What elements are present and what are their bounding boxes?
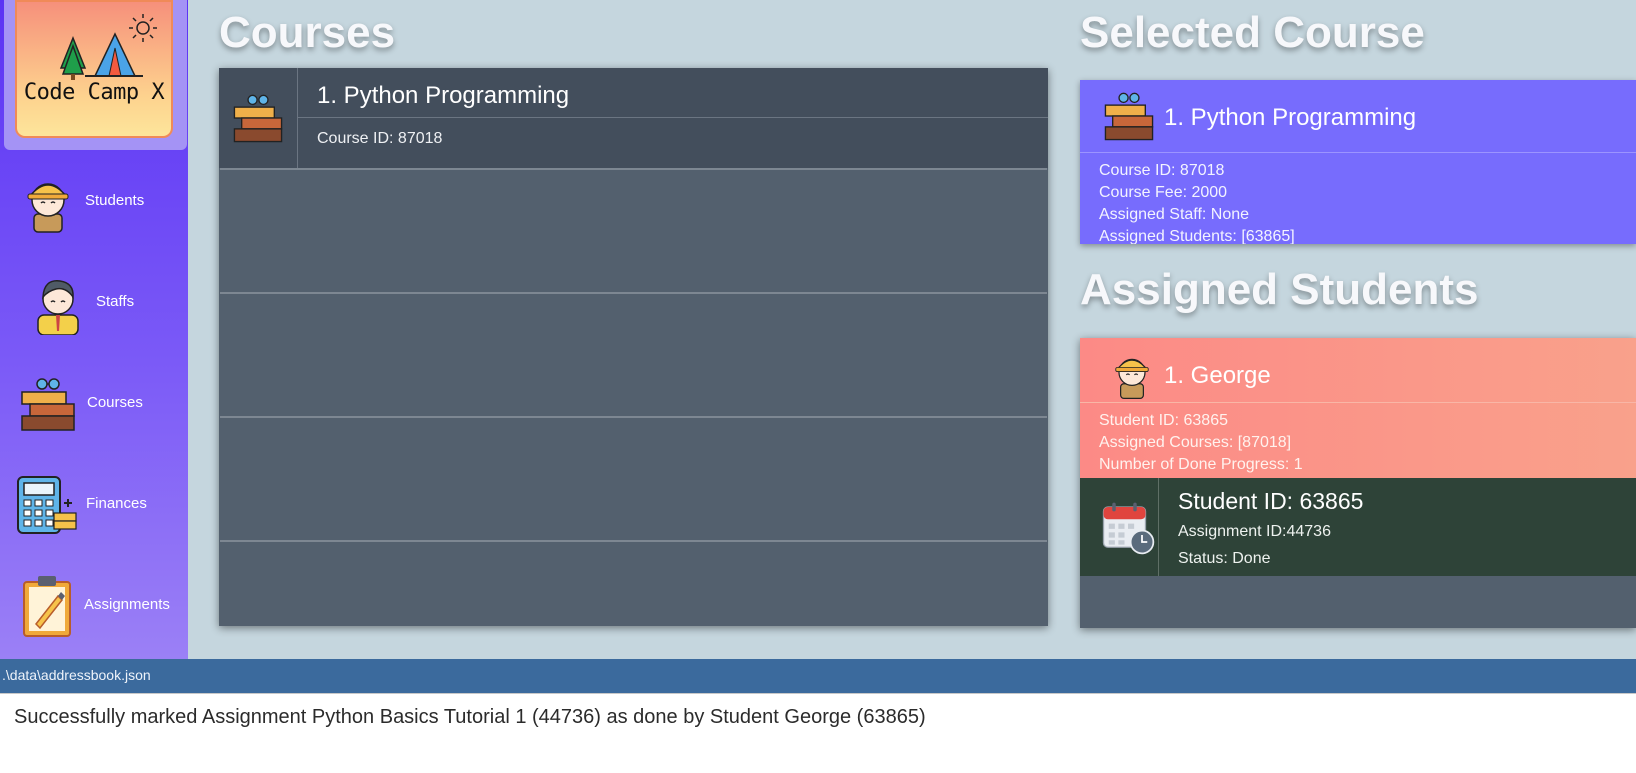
- student-icon: [1115, 358, 1149, 399]
- progress-student-id: Student ID: 63865: [1178, 488, 1364, 514]
- assigned-students-heading: Assigned Students: [1080, 265, 1479, 314]
- divider: [1080, 152, 1636, 153]
- course-icon-column: [219, 68, 298, 168]
- progress-assignment-id: Assignment ID:44736: [1178, 523, 1331, 540]
- selected-course-title: 1. Python Programming: [1164, 104, 1417, 131]
- empty-list-row: [220, 168, 1047, 290]
- calculator-icon: [17, 476, 77, 534]
- course-title: 1. Python Programming: [317, 82, 570, 109]
- sidebar-item-label: Courses: [87, 394, 143, 411]
- courses-heading: Courses: [219, 8, 396, 57]
- sidebar-item-students[interactable]: Students: [0, 162, 188, 242]
- sidebar-item-staffs[interactable]: Staffs: [0, 263, 188, 343]
- progress-status: Status: Done: [1178, 550, 1271, 567]
- result-display[interactable]: Successfully marked Assignment Python Ba…: [0, 693, 1636, 773]
- clipboard-icon: [23, 576, 71, 637]
- assigned-courses: Assigned Courses: [87018]: [1099, 434, 1292, 451]
- empty-list-row: [220, 540, 1047, 626]
- selected-course-card: 1. Python Programming Course ID: 87018 C…: [1080, 80, 1636, 244]
- empty-list-row: [220, 416, 1047, 538]
- course-id: Course ID: 87018: [317, 130, 443, 147]
- sidebar-item-label: Staffs: [96, 293, 135, 310]
- assigned-students-list: 1. George Student ID: 63865 Assigned Cou…: [1080, 338, 1636, 628]
- sidebar-item-finances[interactable]: Finances: [0, 465, 188, 545]
- data-file-path: .\data\addressbook.json: [2, 667, 151, 683]
- assigned-students: Assigned Students: [63865]: [1099, 228, 1295, 244]
- student-icon: [27, 183, 69, 233]
- course-card[interactable]: 1. Python Programming Course ID: 87018: [219, 68, 1048, 168]
- staff-icon: [37, 280, 79, 335]
- logo-container: Code Camp X: [4, 0, 187, 150]
- course-fee: Course Fee: 2000: [1099, 184, 1228, 201]
- divider: [1080, 402, 1636, 403]
- empty-list-row: [220, 292, 1047, 414]
- student-id: Student ID: 63865: [1099, 412, 1228, 429]
- divider: [297, 117, 1048, 118]
- books-icon: [233, 94, 283, 143]
- camp-icon: [59, 14, 157, 80]
- status-bar: .\data\addressbook.json: [0, 659, 1636, 693]
- books-icon: [21, 378, 75, 431]
- sidebar-item-label: Assignments: [84, 596, 170, 613]
- student-card[interactable]: 1. George Student ID: 63865 Assigned Cou…: [1080, 338, 1636, 478]
- calendar-clock-icon: [1102, 502, 1155, 555]
- books-icon: [1104, 92, 1154, 141]
- logo-text: Code Camp X: [23, 80, 165, 105]
- logo: Code Camp X: [15, 0, 173, 138]
- assigned-staff: Assigned Staff: None: [1099, 206, 1250, 223]
- sidebar-item-assignments[interactable]: Assignments: [0, 566, 188, 646]
- course-list: 1. Python Programming Course ID: 87018: [219, 68, 1048, 626]
- sidebar-item-courses[interactable]: Courses: [0, 364, 188, 444]
- progress-card[interactable]: Student ID: 63865 Assignment ID:44736 St…: [1080, 478, 1636, 576]
- selected-course-heading: Selected Course: [1080, 8, 1425, 57]
- sidebar-item-label: Students: [85, 192, 145, 209]
- done-progress-count: Number of Done Progress: 1: [1099, 456, 1303, 473]
- sidebar-item-label: Finances: [86, 495, 147, 512]
- sidebar: Code Camp X Students Staffs Courses Fina…: [0, 0, 188, 659]
- student-name: 1. George: [1164, 362, 1271, 389]
- progress-icon-column: [1080, 478, 1159, 576]
- result-message: Successfully marked Assignment Python Ba…: [14, 706, 926, 728]
- course-id: Course ID: 87018: [1099, 162, 1225, 179]
